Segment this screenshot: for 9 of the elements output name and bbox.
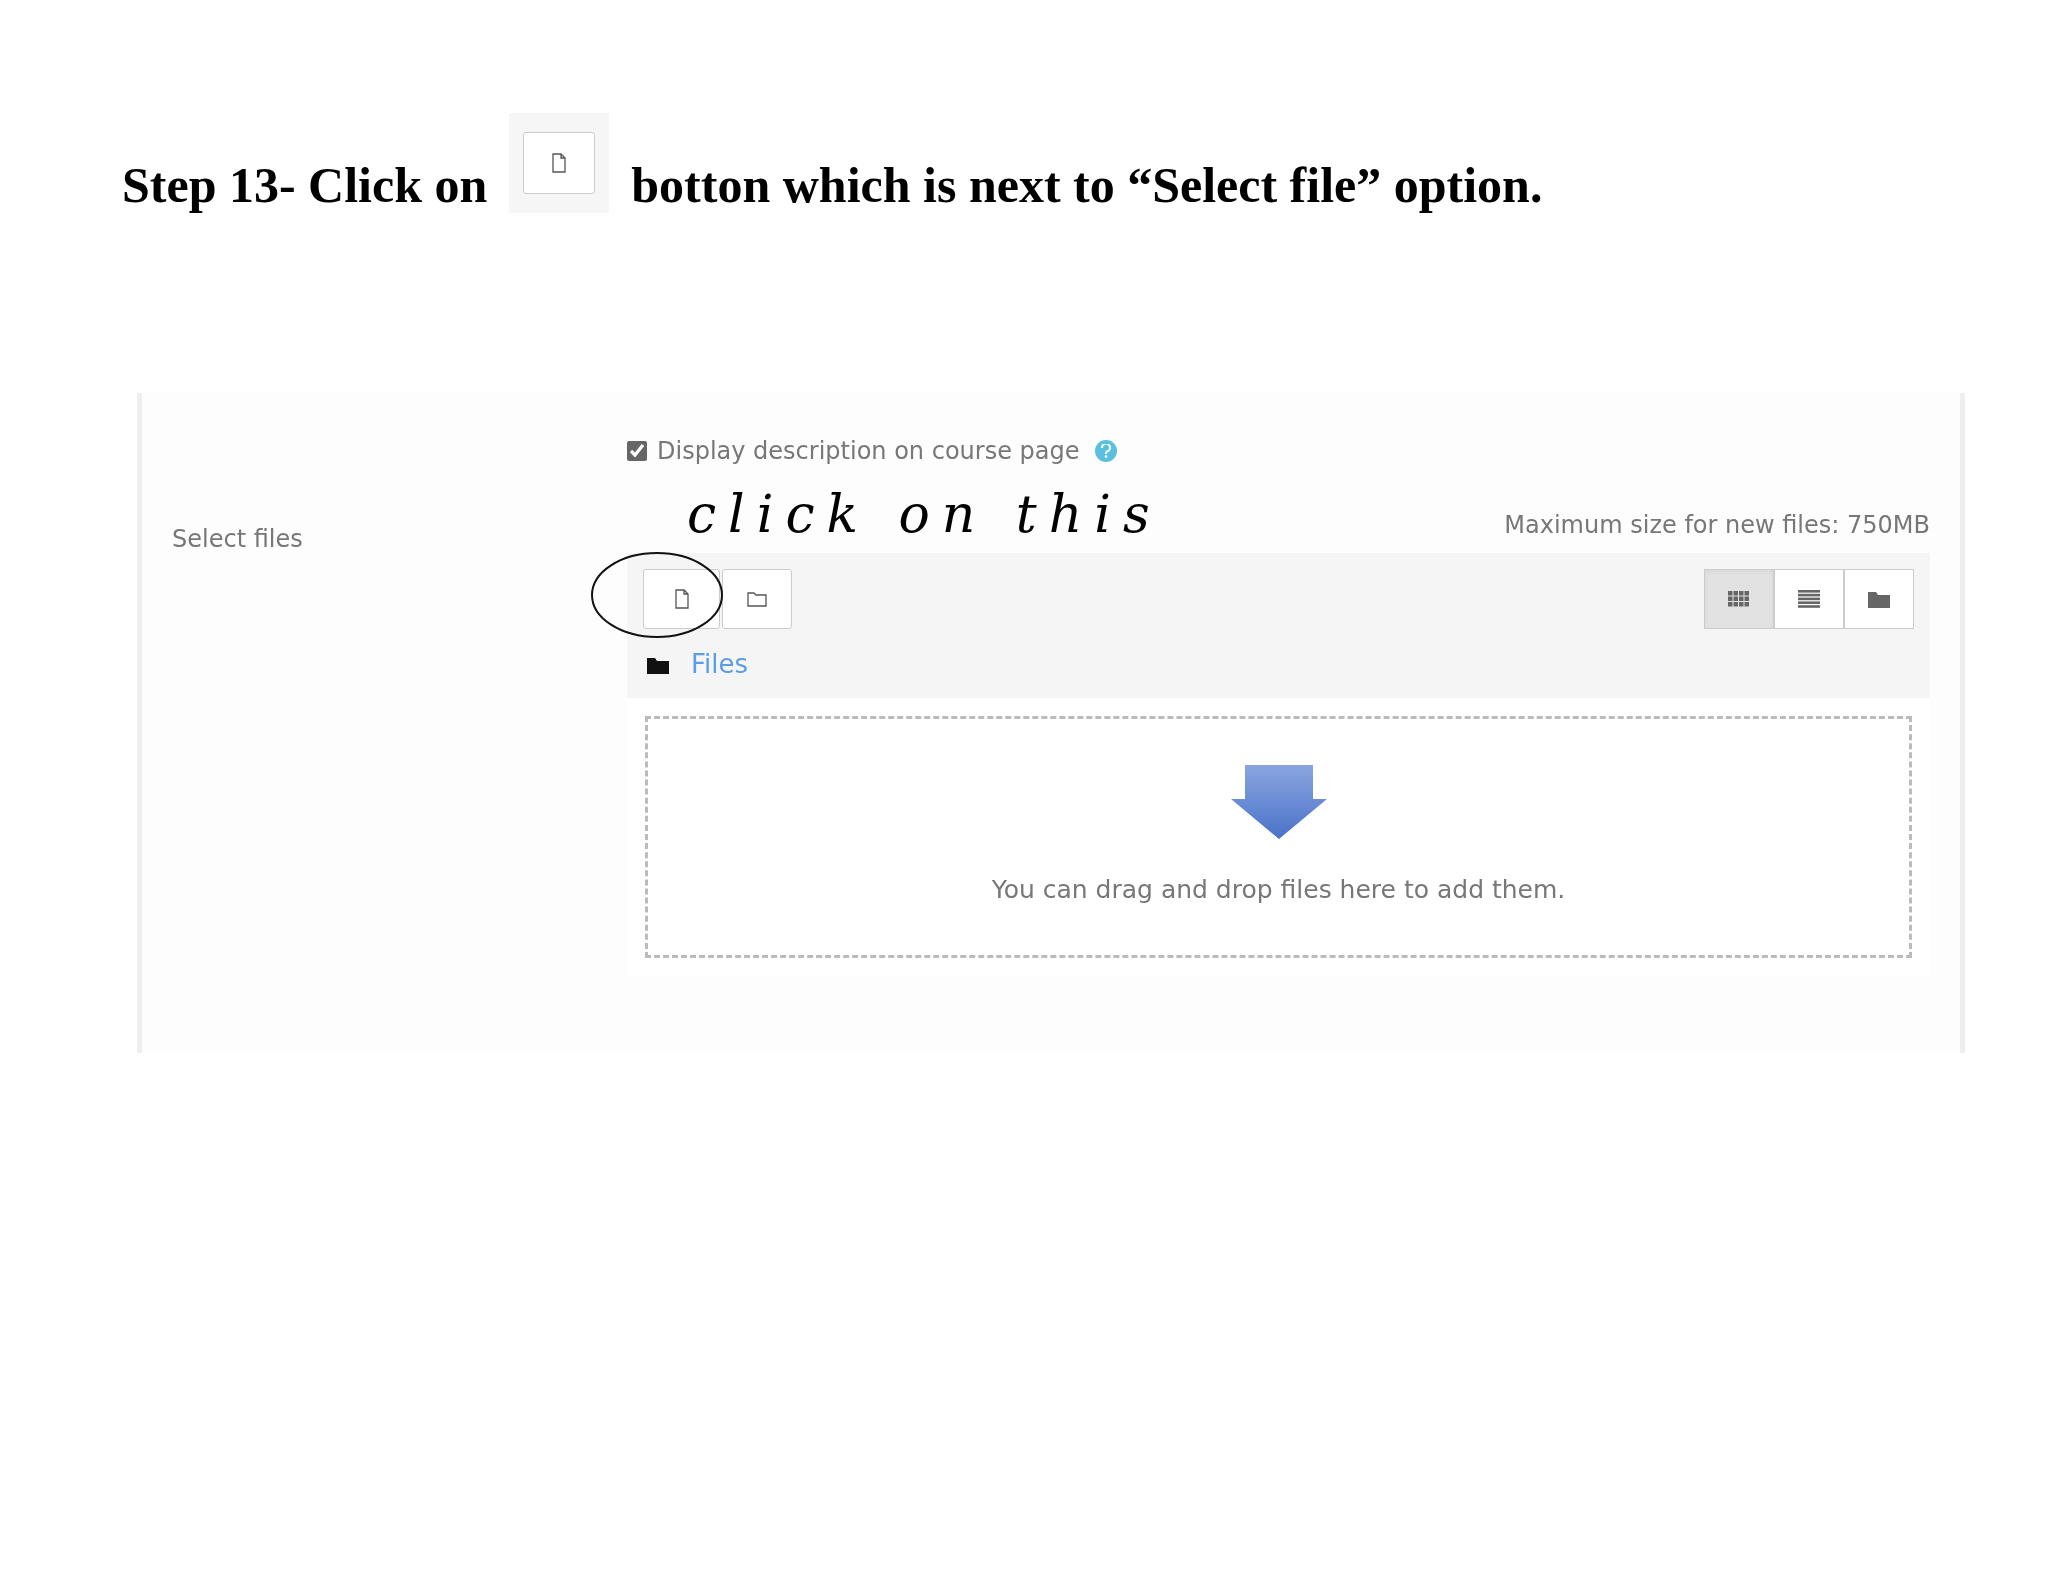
instruction-text: botton which is next to “Select file” option. <box>631 156 1543 215</box>
handwritten-note: click on this <box>687 483 1162 546</box>
drop-zone[interactable]: You can drag and drop files here to add them. <box>645 716 1912 958</box>
drop-hint: You can drag and drop files here to add them. <box>991 874 1566 907</box>
path-link[interactable]: Files <box>691 645 749 684</box>
display-description-checkbox[interactable]: Display description on course page <box>627 433 1080 469</box>
max-size-text: Maximum size for new files: 750MB <box>1504 510 1930 541</box>
field-label: Select files <box>172 525 303 553</box>
instruction-text: Step 13- Click on <box>122 156 488 215</box>
